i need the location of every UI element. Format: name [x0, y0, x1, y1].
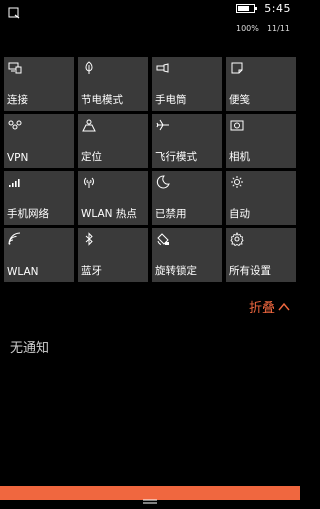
empty-notifications-text: 无通知 — [10, 341, 50, 356]
tile-label: 手电筒 — [155, 94, 187, 106]
page-indicator: 11/11 — [266, 24, 290, 33]
airplane-icon — [156, 118, 170, 132]
wifi-icon — [8, 232, 22, 246]
tile-label: 便笺 — [229, 94, 250, 106]
battery-icon — [236, 4, 257, 13]
vpn-icon — [8, 118, 22, 132]
tile-label: 旋转锁定 — [155, 265, 197, 277]
tile-brightness[interactable]: 自动 — [226, 171, 296, 225]
clock: 5:45 — [264, 2, 291, 15]
connect-icon — [8, 61, 22, 75]
tile-camera[interactable]: 相机 — [226, 114, 296, 168]
tile-airplane-mode[interactable]: 飞行模式 — [152, 114, 222, 168]
tile-rotation-lock[interactable]: 旋转锁定 — [152, 228, 222, 282]
tile-all-settings[interactable]: 所有设置 — [226, 228, 296, 282]
tile-location[interactable]: 定位 — [78, 114, 148, 168]
bluetooth-icon — [82, 232, 96, 246]
camera-icon — [230, 118, 244, 132]
tile-label: VPN — [7, 152, 29, 164]
tile-cellular[interactable]: 手机网络 — [4, 171, 74, 225]
brightness-icon — [230, 175, 244, 189]
rotation-lock-icon — [156, 232, 170, 246]
tile-label: 蓝牙 — [81, 265, 102, 277]
tile-label: 已禁用 — [155, 208, 187, 220]
quick-actions-grid: 连接 节电模式 手电筒 便笺 VPN 定位 飞行模式 相机 手机网络 WLAN … — [4, 57, 296, 282]
flashlight-icon — [156, 61, 170, 75]
battery-saver-icon — [82, 61, 96, 75]
note-icon — [230, 61, 244, 75]
tile-hotspot[interactable]: WLAN 热点 — [78, 171, 148, 225]
tile-note[interactable]: 便笺 — [226, 57, 296, 111]
cellular-icon — [8, 175, 22, 189]
moon-icon — [156, 175, 170, 189]
tile-label: 手机网络 — [7, 208, 49, 220]
tile-quiet-hours[interactable]: 已禁用 — [152, 171, 222, 225]
tile-battery-saver[interactable]: 节电模式 — [78, 57, 148, 111]
chevron-up-icon — [278, 301, 290, 313]
tile-wlan[interactable]: WLAN — [4, 228, 74, 282]
notification-icon — [8, 4, 20, 19]
collapse-button[interactable]: 折叠 — [249, 297, 290, 316]
tile-label: 自动 — [229, 208, 250, 220]
tile-label: 定位 — [81, 151, 102, 163]
tile-label: WLAN 热点 — [81, 208, 137, 220]
tile-label: WLAN — [7, 266, 39, 278]
collapse-label: 折叠 — [248, 301, 275, 316]
tile-bluetooth[interactable]: 蓝牙 — [78, 228, 148, 282]
status-bar: 5:45 100% 11/11 — [0, 0, 300, 40]
tile-vpn[interactable]: VPN — [4, 114, 74, 168]
tile-label: 所有设置 — [229, 265, 271, 277]
hotspot-icon — [82, 175, 96, 189]
tile-label: 连接 — [7, 94, 28, 106]
tile-flashlight[interactable]: 手电筒 — [152, 57, 222, 111]
battery-percent: 100% — [236, 24, 259, 33]
action-center-handle[interactable] — [0, 486, 300, 504]
location-icon — [82, 118, 96, 132]
tile-label: 节电模式 — [81, 94, 123, 106]
gear-icon — [230, 232, 244, 246]
tile-connect[interactable]: 连接 — [4, 57, 74, 111]
battery-level-fill — [238, 6, 249, 11]
handle-lines-icon — [143, 490, 157, 504]
tile-label: 飞行模式 — [155, 151, 197, 163]
tile-label: 相机 — [229, 151, 250, 163]
